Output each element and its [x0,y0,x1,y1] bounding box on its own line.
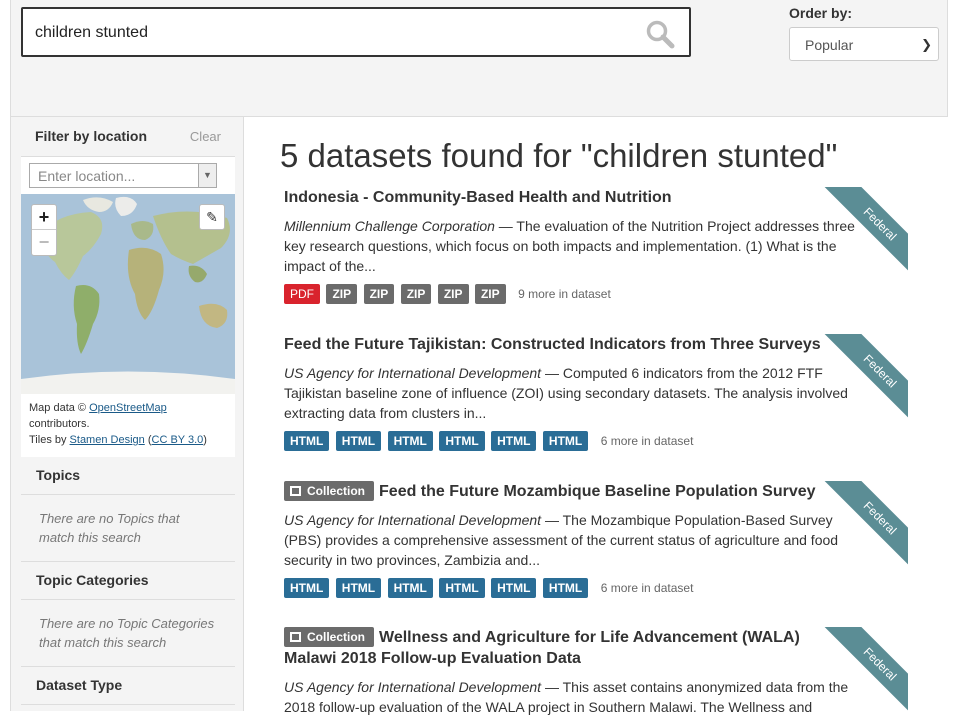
location-field-wrap: Enter location... ▼ [21,157,235,194]
sidebar: Filter by location Clear Enter location.… [10,117,244,711]
result-title-row: Collection Wellness and Agriculture for L… [284,627,824,669]
result-description: Millennium Challenge Corporation — The e… [284,216,864,276]
federal-label: Federal [822,334,908,420]
dropdown-arrow-icon[interactable]: ▼ [198,164,216,187]
federal-label: Federal [822,481,908,567]
facet-topics-header[interactable]: Topics [21,457,235,495]
result-org: US Agency for International Development [284,679,542,695]
clear-location-link[interactable]: Clear [190,129,221,144]
facet-topic-categories-empty: There are no Topic Categories that match… [21,600,235,667]
more-in-dataset: 9 more in dataset [518,287,611,301]
result-description: US Agency for International Development … [284,677,864,717]
results-main: 5 datasets found for "children stunted" … [244,117,948,715]
format-badge-html[interactable]: HTML [335,578,382,598]
location-map[interactable]: + − ✎ [21,194,235,394]
format-badge-zip[interactable]: ZIP [326,284,358,304]
location-input[interactable]: Enter location... ▼ [29,163,217,188]
more-in-dataset: 6 more in dataset [600,434,694,448]
format-badge-html[interactable]: HTML [439,431,485,451]
federal-label: Federal [822,627,908,713]
format-badge-zip[interactable]: ZIP [400,284,432,304]
pencil-icon[interactable]: ✎ [199,204,225,230]
result-title-link[interactable]: Indonesia - Community-Based Health and N… [284,187,908,208]
format-badge-zip[interactable]: ZIP [363,284,395,304]
search-box[interactable] [21,7,691,57]
search-input[interactable] [33,19,633,47]
result-title-link[interactable]: Feed the Future Tajikistan: Constructed … [284,334,908,355]
cc-by-link[interactable]: CC BY 3.0 [152,434,204,446]
order-by-label: Order by: [789,5,853,21]
federal-ribbon: Federal [822,187,908,273]
attrib-paren: ) [203,434,207,446]
federal-ribbon: Federal [822,334,908,420]
filter-location-title: Filter by location [35,128,148,144]
search-icon[interactable] [645,19,675,49]
result-description: US Agency for International Development … [284,510,864,570]
map-attribution: Map data © OpenStreetMap contributors. T… [21,394,235,457]
format-badges: HTML HTML HTML HTML HTML HTML 6 more in … [284,431,908,453]
format-badge-html[interactable]: HTML [542,578,589,598]
format-badge-html[interactable]: HTML [439,578,485,598]
result-org: US Agency for International Development [284,365,542,381]
collection-label: Collection [307,630,366,644]
format-badge-zip[interactable]: ZIP [474,284,506,304]
result-description: US Agency for International Development … [284,363,864,423]
format-badge-html[interactable]: HTML [387,578,433,598]
federal-ribbon: Federal [822,481,908,567]
zoom-in-button[interactable]: + [32,205,56,230]
collection-badge[interactable]: Collection [284,627,375,647]
result-item: Collection Feed the Future Mozambique Bas… [284,481,908,600]
order-by-select[interactable]: Popular ❯ [789,27,939,61]
format-badge-html[interactable]: HTML [542,431,589,451]
format-badge-html[interactable]: HTML [387,431,433,451]
facet-topics-empty: There are no Topics that match this sear… [21,495,235,562]
federal-label: Federal [822,187,908,273]
filter-location-header: Filter by location Clear [21,117,235,157]
result-org: US Agency for International Development [284,512,542,528]
more-in-dataset: 6 more in dataset [600,581,694,595]
format-badge-zip[interactable]: ZIP [437,284,469,304]
result-org: Millennium Challenge Corporation [284,218,495,234]
format-badge-html[interactable]: HTML [284,578,330,598]
format-badge-html[interactable]: HTML [335,431,382,451]
result-item: Collection Wellness and Agriculture for L… [284,627,908,717]
attrib-tiles: Tiles by [29,434,70,446]
federal-ribbon: Federal [822,627,908,713]
collection-icon [290,632,301,642]
chevron-down-icon: ❯ [921,37,932,52]
result-item: Feed the Future Tajikistan: Constructed … [284,334,908,453]
collection-label: Collection [307,484,366,498]
attrib-text: Map data © [29,402,90,414]
attrib-contributors: contributors. [29,418,90,430]
search-band: Order by: Popular ❯ [10,0,948,117]
collection-icon [290,486,301,496]
format-badge-html[interactable]: HTML [491,578,537,598]
openstreetmap-link[interactable]: OpenStreetMap [89,402,167,414]
result-title-link[interactable]: Feed the Future Mozambique Baseline Popu… [379,483,816,500]
collection-badge[interactable]: Collection [284,481,375,501]
format-badge-html[interactable]: HTML [491,431,537,451]
facet-dataset-type-header[interactable]: Dataset Type [21,667,235,705]
location-placeholder: Enter location... [38,168,136,184]
stamen-design-link[interactable]: Stamen Design [70,434,145,446]
zoom-control: + − [31,204,57,256]
zoom-out-button[interactable]: − [32,230,56,255]
attrib-paren: ( [144,434,152,446]
result-title-row: Collection Feed the Future Mozambique Bas… [284,481,908,502]
format-badges: HTML HTML HTML HTML HTML HTML 6 more in … [284,578,908,600]
format-badge-pdf[interactable]: PDF [284,284,320,304]
order-by-value: Popular [805,37,854,53]
result-item: Indonesia - Community-Based Health and N… [284,187,908,306]
format-badges: PDF ZIP ZIP ZIP ZIP ZIP 9 more in datase… [284,284,908,306]
facet-topic-categories-header[interactable]: Topic Categories [21,562,235,600]
format-badge-html[interactable]: HTML [284,431,330,451]
results-heading: 5 datasets found for "children stunted" [280,137,838,174]
